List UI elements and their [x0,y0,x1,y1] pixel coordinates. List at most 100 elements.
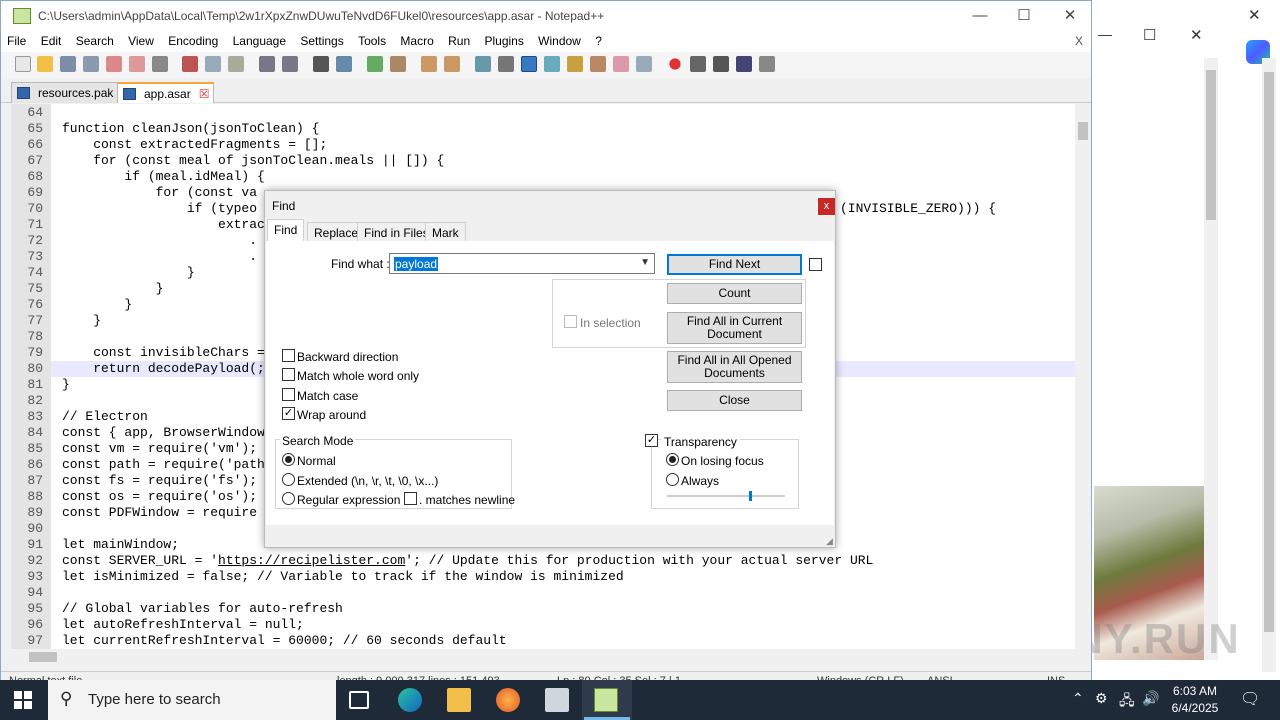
code-line[interactable]: } [62,297,132,313]
menu-edit[interactable]: Edit [35,32,67,48]
udl-icon[interactable] [544,56,560,72]
find-next-button[interactable]: Find Next [667,254,802,275]
backward-direction-checkbox[interactable] [282,349,295,362]
app-window-icon[interactable] [545,688,569,712]
notepadpp-taskbar-icon[interactable] [594,688,618,712]
tab-find-in-files[interactable]: Find in Files [357,222,436,242]
bg-minimize-button[interactable]: — [1098,26,1112,42]
play-multiple-macro-icon[interactable] [736,56,752,72]
code-line[interactable]: const vm = require('vm'); [62,441,257,457]
cut-icon[interactable] [182,56,198,72]
task-view-icon[interactable] [349,691,369,709]
record-macro-icon[interactable] [669,58,681,70]
menu-encoding[interactable]: Encoding [162,32,223,48]
bg-close-button[interactable]: ✕ [1190,26,1203,44]
code-line[interactable]: // Global variables for auto-refresh [62,601,343,617]
tray-app-icon[interactable]: ⚙ [1095,690,1108,707]
direction-checkbox[interactable] [809,258,822,271]
tab-find[interactable]: Find [267,219,305,243]
undo-icon[interactable] [259,56,275,72]
code-line[interactable]: const fs = require('fs'); [62,473,257,489]
minimize-button[interactable]: — [957,5,1003,27]
new-file-icon[interactable] [15,56,31,72]
code-line[interactable]: if (typeo [62,201,257,217]
redo-icon[interactable] [282,56,298,72]
sync-horizontal-icon[interactable] [444,56,460,72]
menu-search[interactable]: Search [70,32,119,48]
find-dialog-close-button[interactable]: x [818,198,835,215]
transparency-slider-track[interactable] [667,495,785,497]
always-radio[interactable] [666,473,679,486]
tab-close-icon[interactable]: ☒ [199,87,210,101]
volume-icon[interactable]: 🔊 [1142,690,1159,707]
transparency-slider-thumb[interactable] [749,491,752,501]
regex-radio[interactable] [282,492,295,505]
save-icon[interactable] [60,56,76,72]
taskbar-clock[interactable]: 6:03 AM 6/4/2025 [1160,683,1230,717]
code-line[interactable]: } [62,377,70,393]
code-line[interactable]: const { app, BrowserWindow [62,425,265,441]
code-line[interactable]: . [62,249,257,265]
show-all-chars-icon[interactable] [498,56,514,72]
resize-grip-icon[interactable]: ◢ [826,536,833,547]
paste-icon[interactable] [228,56,244,72]
chevron-down-icon[interactable]: ▼ [640,257,650,268]
bg-maximize-button[interactable]: ☐ [1143,26,1156,44]
editor-horizontal-scrollbar[interactable] [11,649,1075,665]
editor-vertical-scrollbar[interactable] [1075,104,1091,649]
chevron-up-icon[interactable]: ⌃ [1072,690,1084,707]
code-line[interactable]: } [62,281,164,297]
code-line[interactable]: let autoRefreshInterval = null; [62,617,304,633]
code-line[interactable]: const invisibleChars = [62,345,265,361]
transparency-checkbox[interactable]: ✓ [645,434,658,447]
code-line[interactable]: const SERVER_URL = 'https://recipelister… [62,553,873,569]
code-line[interactable]: for (const va [62,185,257,201]
firefox-icon[interactable] [496,688,520,712]
close-button[interactable]: ✕ [1047,5,1093,27]
sync-vertical-icon[interactable] [421,56,437,72]
zoom-out-icon[interactable] [390,56,406,72]
code-line[interactable]: let mainWindow; [62,537,179,553]
print-icon[interactable] [152,56,168,72]
code-line[interactable]: return decodePayload(; [62,361,265,377]
code-line[interactable]: let isMinimized = false; // Variable to … [62,569,624,585]
on-losing-focus-radio[interactable] [666,453,679,466]
menu-view[interactable]: View [122,32,159,48]
match-case-checkbox[interactable] [282,388,295,401]
find-all-opened-button[interactable]: Find All in All Opened Documents [667,351,802,383]
code-line[interactable]: if (meal.idMeal) { [62,169,264,185]
save-macro-icon[interactable] [759,56,775,72]
count-button[interactable]: Count [667,283,802,304]
notification-icon[interactable]: 🗨 [1240,689,1260,709]
tab-mark[interactable]: Mark [425,222,466,242]
play-macro-icon[interactable] [713,56,729,72]
file-explorer-icon[interactable] [447,688,471,712]
match-whole-word-checkbox[interactable] [282,368,295,381]
code-line[interactable]: } [62,265,195,281]
close-all-icon[interactable] [129,56,145,72]
maximize-button[interactable]: ☐ [1001,5,1047,27]
menu-macro[interactable]: Macro [394,32,438,48]
code-line[interactable]: function cleanJson(jsonToClean) { [62,121,319,137]
code-line[interactable]: let currentRefreshInterval = 60000; // 6… [62,633,507,649]
menu-plugins[interactable]: Plugins [478,32,528,48]
find-all-current-button[interactable]: Find All in Current Document [667,312,802,344]
code-line[interactable]: const PDFWindow = require [62,505,257,521]
menu-language[interactable]: Language [227,32,291,48]
edge-icon[interactable] [398,688,422,712]
code-line[interactable]: const path = require('path [62,457,265,473]
close-document-button[interactable]: X [1075,34,1083,48]
menu-file[interactable]: File [1,32,31,48]
menu-tools[interactable]: Tools [352,32,391,48]
code-line[interactable]: // Electron [62,409,148,425]
zoom-in-icon[interactable] [367,56,383,72]
menu-help[interactable]: ? [589,32,607,48]
code-line[interactable]: extrac [62,217,265,233]
copy-icon[interactable] [205,56,221,72]
code-line[interactable]: for (const meal of jsonToClean.meals || … [62,153,444,169]
replace-icon[interactable] [336,56,352,72]
close-dialog-button[interactable]: Close [667,390,802,411]
stop-macro-icon[interactable] [690,56,706,72]
extended-radio[interactable] [282,473,295,486]
monitoring-icon[interactable] [636,56,652,72]
